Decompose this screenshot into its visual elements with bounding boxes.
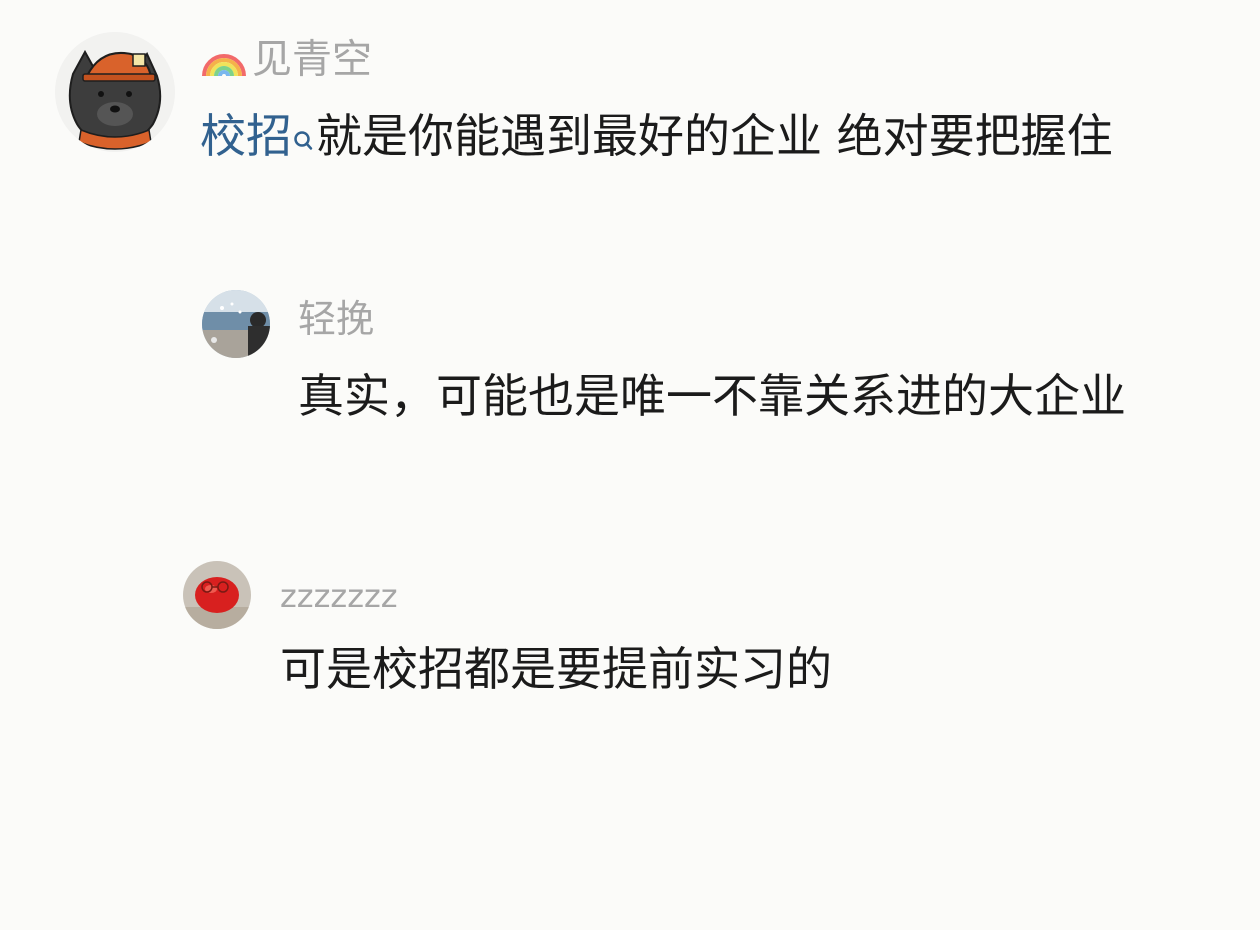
cartoon-cat-avatar-icon xyxy=(55,32,175,152)
username[interactable]: 见青空 xyxy=(200,38,372,85)
rainbow-icon xyxy=(200,38,248,85)
search-icon xyxy=(292,115,314,161)
username[interactable]: zzzzzzz xyxy=(280,580,398,612)
comment-text: 真实，可能也是唯一不靠关系进的大企业 xyxy=(298,369,1126,423)
avatar[interactable] xyxy=(202,290,270,358)
red-fruit-photo-avatar-icon xyxy=(183,561,251,629)
seaside-photo-avatar-icon xyxy=(202,290,270,358)
comment-body: 就是你能遇到最好的企业 绝对要把握住 xyxy=(316,109,1113,163)
comment-text: 校招 就是你能遇到最好的企业 绝对要把握住 xyxy=(200,113,1113,161)
username-text: 见青空 xyxy=(252,36,372,83)
search-link[interactable]: 校招 xyxy=(200,109,316,163)
avatar[interactable] xyxy=(55,32,175,152)
comment-text: 可是校招都是要提前实习的 xyxy=(280,642,832,696)
search-link-text: 校招 xyxy=(200,109,292,163)
avatar[interactable] xyxy=(183,561,251,629)
username[interactable]: 轻挽 xyxy=(298,300,374,338)
